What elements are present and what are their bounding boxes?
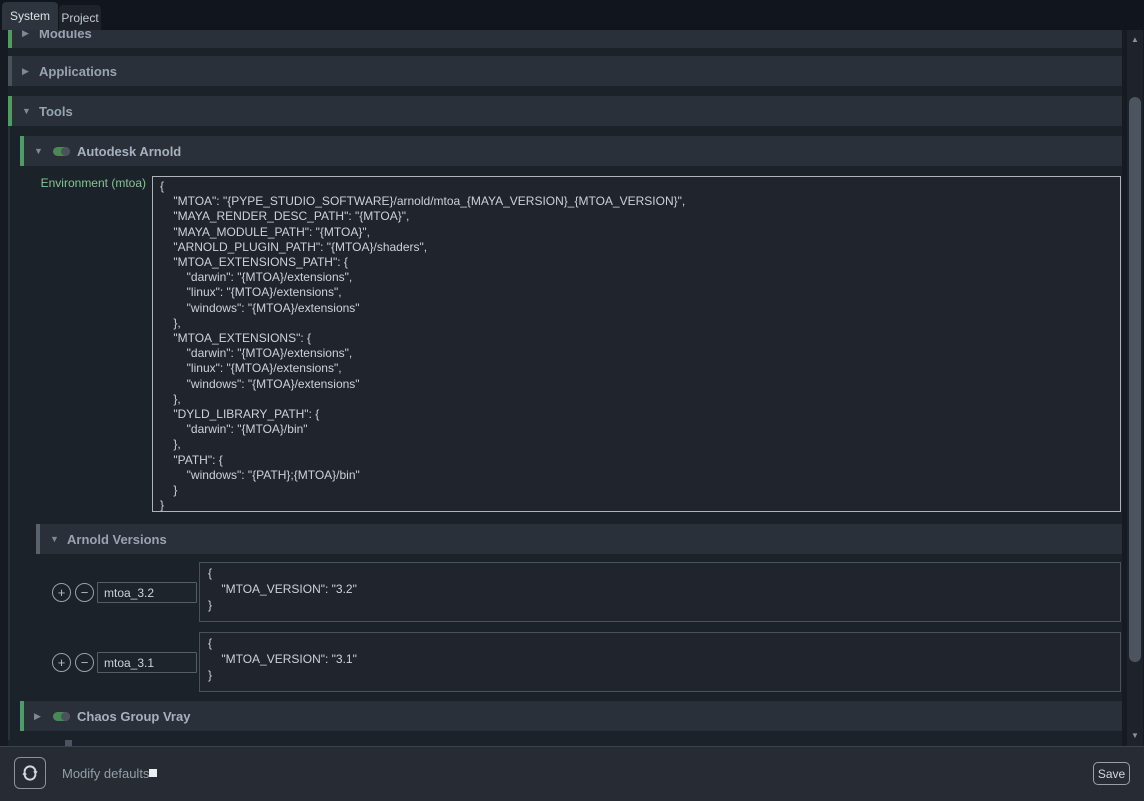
modify-defaults-checkbox[interactable] [149,769,157,777]
settings-scroll-area: ▶ Modules ▶ Applications ▼ Tools ▼ Autod… [0,30,1144,746]
version-env-textarea[interactable]: { "MTOA_VERSION": "3.1" } [199,632,1121,692]
section-title: Arnold Versions [67,532,167,547]
caret-down-icon[interactable]: ▼ [34,146,44,156]
section-header-autodesk-arnold[interactable]: ▼ Autodesk Arnold [20,136,1122,166]
scrollbar-thumb[interactable] [1129,97,1141,662]
add-version-button[interactable]: + [52,653,71,672]
tab-system[interactable]: System [2,2,58,30]
section-title: Applications [39,64,117,79]
remove-version-button[interactable]: − [75,653,94,672]
caret-down-icon[interactable]: ▼ [22,106,32,116]
section-title: Tools [39,104,73,119]
section-header-chaos-group-vray[interactable]: ▶ Chaos Group Vray [20,701,1122,731]
version-name-input[interactable] [97,582,197,603]
version-env-textarea[interactable]: { "MTOA_VERSION": "3.2" } [199,562,1121,622]
environment-mtoa-label: Environment (mtoa) [8,176,146,190]
caret-right-icon[interactable]: ▶ [34,711,44,722]
vray-enabled-toggle[interactable] [53,712,70,721]
refresh-button[interactable] [14,757,46,789]
scroll-up-icon[interactable]: ▲ [1127,32,1143,46]
save-button[interactable]: Save [1093,762,1130,785]
tools-indent-rule [8,126,10,740]
toggle-knob [61,147,70,156]
footer-bar: Modify defaults Save [0,746,1144,801]
arnold-enabled-toggle[interactable] [53,147,70,156]
section-title: Chaos Group Vray [77,709,190,724]
add-version-button[interactable]: + [52,583,71,602]
section-header-modules[interactable]: ▶ Modules [8,30,1122,48]
modify-defaults-label: Modify defaults [62,766,149,781]
caret-down-icon[interactable]: ▼ [50,534,60,544]
version-name-input[interactable] [97,652,197,673]
section-title: Autodesk Arnold [77,144,181,159]
caret-right-icon[interactable]: ▶ [22,66,32,77]
section-header-tools[interactable]: ▼ Tools [8,96,1122,126]
vertical-scrollbar[interactable]: ▲ ▼ [1127,30,1143,746]
section-header-arnold-versions[interactable]: ▼ Arnold Versions [36,524,1122,554]
caret-right-icon[interactable]: ▶ [22,30,32,39]
section-header-applications[interactable]: ▶ Applications [8,56,1122,86]
remove-version-button[interactable]: − [75,583,94,602]
environment-mtoa-textarea[interactable]: { "MTOA": "{PYPE_STUDIO_SOFTWARE}/arnold… [152,176,1121,512]
tab-bar: System Project [0,0,1144,30]
scroll-down-icon[interactable]: ▼ [1127,728,1143,742]
tab-project[interactable]: Project [59,5,101,30]
refresh-icon [21,764,39,782]
toggle-knob [61,712,70,721]
section-title: Modules [39,30,92,41]
